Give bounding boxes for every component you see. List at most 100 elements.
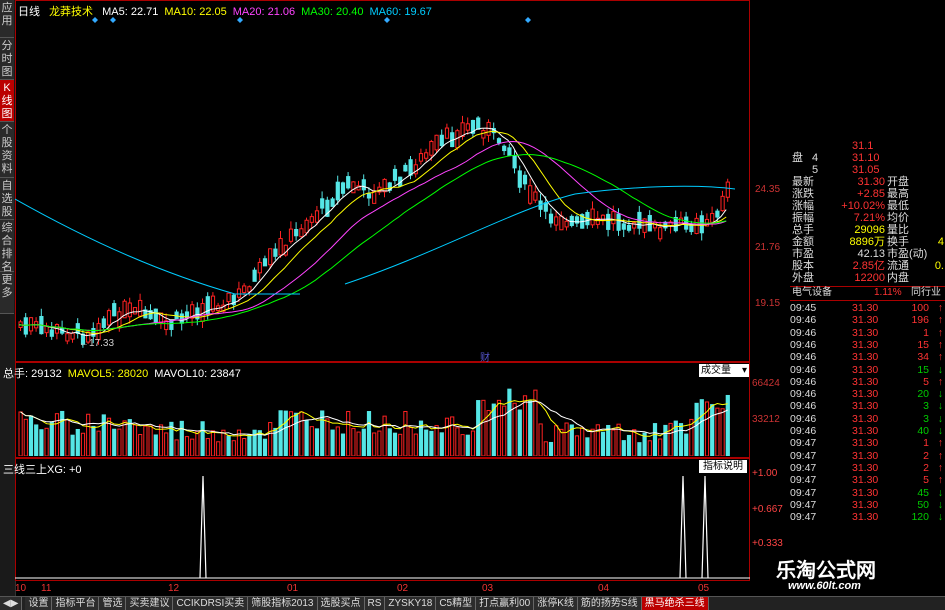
volume-bar	[148, 425, 153, 456]
tick-time: 09:46	[790, 338, 817, 351]
signal-marker	[525, 17, 531, 23]
volume-bar	[153, 434, 158, 456]
bottom-tab[interactable]: 筛股指标2013	[248, 597, 318, 610]
candle-body	[496, 138, 502, 144]
quote-row: 涨跌 +2.85 最高	[790, 188, 945, 200]
volume-bar	[49, 421, 54, 456]
tick-time: 09:46	[790, 400, 817, 413]
industry-label: 同行业	[911, 287, 941, 298]
left-tab-1[interactable]: 分时图	[0, 38, 14, 80]
volume-bar	[340, 433, 346, 456]
volume-bar	[590, 428, 595, 456]
kline-chart[interactable]	[15, 14, 750, 359]
bottom-tab[interactable]: 选股买点	[317, 597, 365, 610]
x-axis-label: 04	[598, 583, 610, 594]
bottom-tab[interactable]: 买卖建议	[126, 597, 174, 610]
volume-bar	[528, 400, 533, 456]
candle-body	[715, 210, 720, 218]
tick-row: 09:46 31.30 196 ↑	[790, 314, 945, 326]
bottom-tab[interactable]: RS	[364, 597, 386, 610]
bottom-tab[interactable]: 筋的扬势S线	[577, 597, 642, 610]
arrow-down-icon: ↓	[937, 425, 943, 437]
candle-body	[320, 198, 325, 209]
tab-nav-arrows[interactable]: ◀▶	[0, 597, 23, 610]
tick-row: 09:47 31.30 2 ↑	[790, 450, 945, 462]
bottom-tab[interactable]: 打点赢利00	[476, 597, 535, 610]
bottom-tab[interactable]: ZYSKY18	[385, 597, 437, 610]
volume-bar	[652, 423, 658, 456]
candle-body	[335, 181, 340, 201]
volume-bar	[465, 434, 470, 456]
candle-body	[236, 288, 242, 298]
candle-body	[710, 212, 715, 223]
tick-price: 31.30	[852, 425, 879, 437]
quote-value: 31.30	[857, 176, 885, 188]
candle-body	[403, 164, 408, 172]
volume-bar	[522, 395, 528, 456]
volume-bar	[647, 440, 652, 456]
tick-time: 09:47	[790, 498, 817, 511]
left-tab-0[interactable]: 应用	[0, 0, 14, 38]
tick-price: 31.30	[852, 437, 879, 450]
left-tab-6[interactable]: 更多	[0, 272, 14, 314]
left-tab-5[interactable]: 综合排名	[0, 220, 14, 273]
left-tab-2[interactable]: K线图	[0, 80, 14, 122]
tick-price: 31.30	[852, 412, 879, 425]
volume-bar	[444, 417, 450, 456]
volume-bar	[491, 403, 496, 456]
volume-bar	[559, 428, 564, 456]
volume-bar	[387, 428, 392, 456]
bottom-tab[interactable]: 设置	[25, 597, 53, 610]
quote-value: 8896万	[849, 236, 885, 248]
quote-value: 4	[937, 236, 944, 248]
arrow-up-icon: ↑	[937, 314, 943, 327]
volume-bar	[164, 432, 169, 456]
bottom-tab[interactable]: 指标平台	[52, 597, 100, 610]
industry-row[interactable]: 电气设备 1.11% 同行业	[790, 286, 945, 301]
tick-price: 31.30	[852, 314, 879, 327]
tick-time: 09:47	[790, 437, 817, 450]
tick-time: 09:46	[790, 351, 817, 364]
bottom-tab[interactable]: 管选	[99, 597, 127, 610]
volume-bar	[366, 411, 372, 456]
quote-row: 最新 31.30 开盘	[790, 176, 945, 188]
x-axis-label: 05	[698, 583, 710, 594]
order-book-level: 5	[812, 164, 819, 176]
candle-body	[242, 285, 247, 293]
volume-bar	[372, 432, 377, 456]
candle-body	[590, 208, 595, 226]
candle-body	[626, 224, 632, 231]
candle-body	[444, 127, 450, 139]
quote-label: 内盘	[887, 272, 909, 284]
candle-body	[616, 213, 621, 231]
candle-body	[689, 224, 694, 233]
arrow-down-icon: ↓	[937, 388, 943, 401]
candle-body	[517, 170, 522, 188]
volume-bar	[304, 420, 309, 456]
candle-body	[502, 145, 507, 152]
bottom-tab[interactable]: 涨停K线	[534, 597, 578, 610]
x-axis-label: 12	[168, 583, 180, 594]
tick-volume: 5	[923, 474, 929, 487]
candle-body	[288, 228, 294, 242]
volume-bar	[429, 430, 434, 456]
volume-bar	[574, 435, 580, 456]
volume-bar	[585, 437, 590, 456]
bottom-tab[interactable]: 黑马绝杀三线	[641, 597, 709, 610]
bottom-tab[interactable]: CCIKDRSI买卖	[173, 597, 249, 610]
tick-row: 09:47 31.30 5 ↑	[790, 474, 945, 486]
volume-bar	[330, 429, 335, 456]
volume-bar	[699, 399, 704, 456]
candle-body	[554, 216, 559, 226]
tick-price: 31.30	[852, 375, 879, 388]
bottom-tab[interactable]: C5精型	[436, 597, 477, 610]
volume-bar	[65, 419, 70, 456]
volume-bar	[54, 413, 60, 456]
tick-row: 09:46 31.30 3 ↓	[790, 400, 945, 412]
volume-bar	[611, 429, 616, 456]
volume-bar	[460, 434, 465, 456]
left-tab-3[interactable]: 个股资料	[0, 122, 14, 178]
volume-bar	[179, 420, 184, 456]
candle-body	[424, 152, 429, 159]
left-tab-4[interactable]: 自选股	[0, 178, 14, 220]
